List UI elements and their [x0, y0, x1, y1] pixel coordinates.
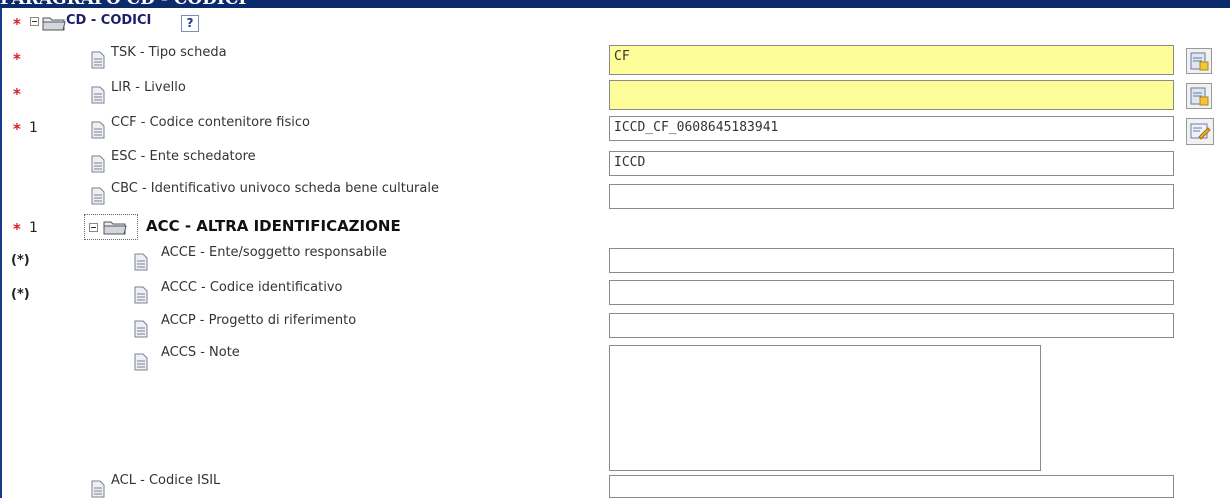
lir-label: LIR - Livello [111, 80, 186, 95]
edit-icon [1190, 123, 1211, 140]
acce-input[interactable] [609, 248, 1174, 273]
document-icon [91, 51, 105, 73]
esc-input[interactable]: ICCD [609, 151, 1174, 176]
section-collapse-toggle[interactable] [30, 17, 39, 26]
ccf-required-marker: * [13, 120, 21, 138]
section-required-marker: * [13, 15, 21, 33]
section-folder-icon [42, 14, 66, 36]
help-button[interactable]: ? [181, 15, 199, 32]
accc-input[interactable] [609, 280, 1174, 305]
document-icon [134, 286, 148, 308]
ccf-edit-button[interactable] [1186, 118, 1214, 145]
section-title: CD - CODICI [66, 13, 152, 28]
acc-collapse-toggle[interactable] [89, 223, 98, 232]
tsk-required-marker: * [13, 50, 21, 68]
acl-input[interactable] [609, 475, 1174, 498]
acl-label: ACL - Codice ISIL [111, 473, 221, 488]
document-icon [91, 121, 105, 143]
esc-label: ESC - Ente schedatore [111, 149, 256, 164]
cbc-input[interactable] [609, 184, 1174, 209]
window-title: PARAGRAFO CD - CODICI [0, 0, 246, 8]
acc-occurrence-count: 1 [29, 220, 38, 236]
ccf-occurrence-count: 1 [29, 120, 38, 136]
accs-label: ACCS - Note [161, 345, 240, 360]
ccf-input[interactable]: ICCD_CF_0608645183941 [609, 116, 1174, 141]
document-icon [91, 480, 105, 502]
lir-required-marker: * [13, 85, 21, 103]
accp-input[interactable] [609, 313, 1174, 338]
lir-vocabulary-button[interactable] [1186, 83, 1212, 109]
document-icon [91, 86, 105, 108]
cbc-label: CBC - Identificativo univoco scheda bene… [111, 181, 439, 196]
accp-label: ACCP - Progetto di riferimento [161, 313, 357, 328]
acc-folder-icon [103, 218, 127, 240]
accc-conditional-marker: (*) [11, 287, 30, 302]
ccf-label: CCF - Codice contenitore fisico [111, 115, 310, 130]
lir-input[interactable] [609, 80, 1174, 110]
vocabulary-icon [1190, 52, 1209, 71]
window-title-bar: PARAGRAFO CD - CODICI [0, 0, 1230, 8]
acc-required-marker: * [13, 220, 21, 238]
document-icon [91, 187, 105, 209]
acce-conditional-marker: (*) [11, 253, 30, 268]
frame-border [0, 8, 2, 498]
acce-label: ACCE - Ente/soggetto responsabile [161, 245, 387, 260]
vocabulary-icon [1190, 87, 1209, 106]
document-icon [134, 253, 148, 275]
accs-textarea[interactable] [609, 345, 1041, 471]
document-icon [134, 353, 148, 375]
document-icon [91, 155, 105, 177]
tsk-label: TSK - Tipo scheda [111, 45, 227, 60]
acc-group-title: ACC - ALTRA IDENTIFICAZIONE [146, 217, 401, 235]
accc-label: ACCC - Codice identificativo [161, 280, 343, 295]
tsk-input[interactable]: CF [609, 45, 1174, 75]
document-icon [134, 320, 148, 342]
tsk-vocabulary-button[interactable] [1186, 48, 1212, 74]
